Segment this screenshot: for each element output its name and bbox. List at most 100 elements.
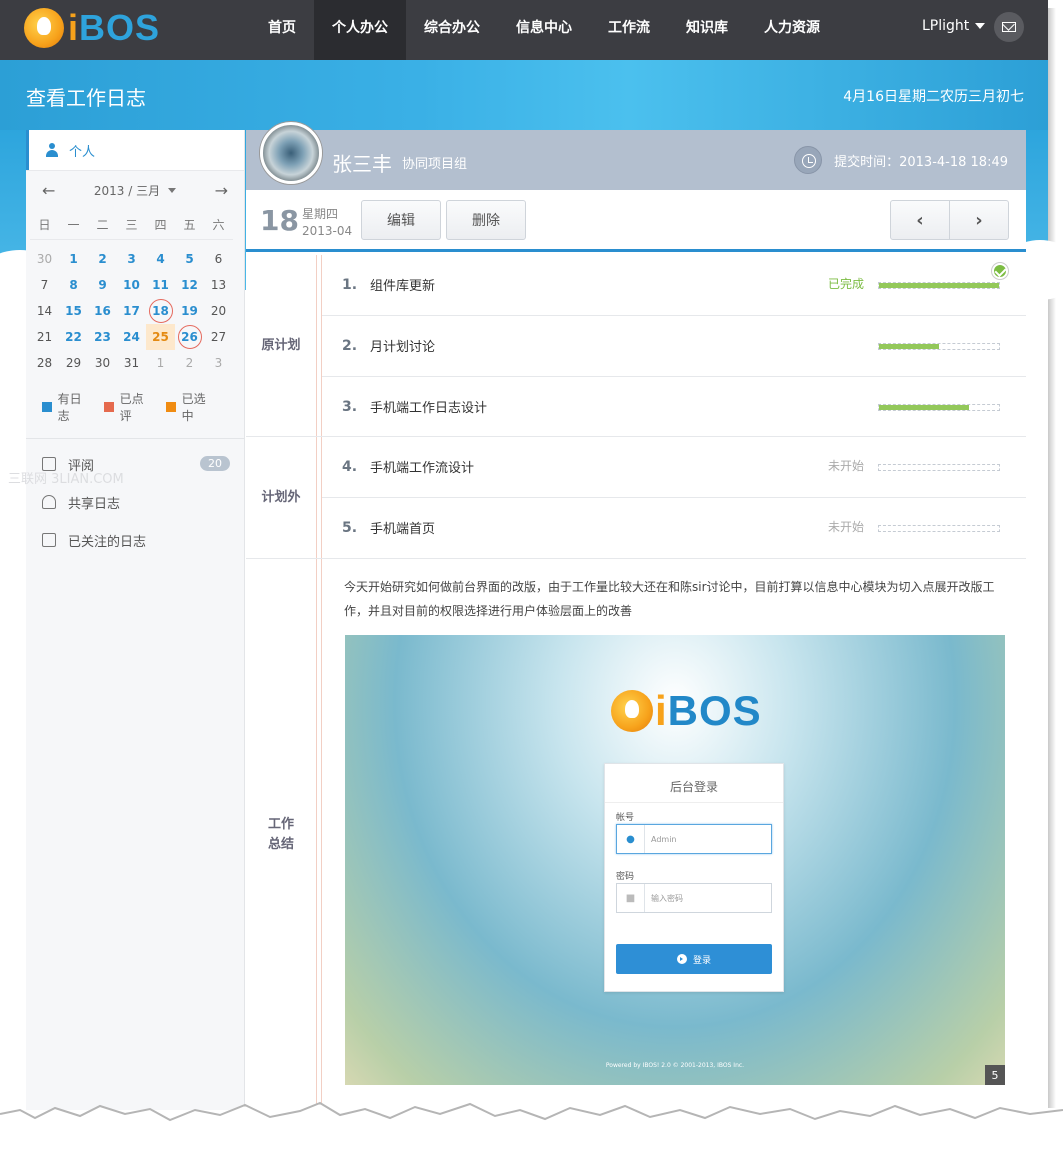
calendar-month-select[interactable]: 2013 / 三月 <box>93 182 177 199</box>
calendar-day[interactable]: 29 <box>59 350 88 376</box>
calendar-day[interactable]: 5 <box>175 246 204 272</box>
calendar-day[interactable]: 3 <box>204 350 233 376</box>
prev-log-button[interactable]: ‹ <box>891 201 949 239</box>
sidebar-item-personal[interactable]: 个人 <box>26 130 244 170</box>
ibos-logo[interactable]: iBOS <box>24 7 160 48</box>
calendar-day[interactable]: 1 <box>146 350 175 376</box>
delete-button[interactable]: 删除 <box>446 200 526 240</box>
legend-swatch <box>166 402 176 412</box>
calendar-day-reviewed[interactable]: 18 <box>146 298 175 324</box>
nav-hr[interactable]: 人力资源 <box>746 0 838 60</box>
nav-personal-office[interactable]: 个人办公 <box>314 0 406 60</box>
calendar-day[interactable]: 13 <box>204 272 233 298</box>
calendar-day-selected[interactable]: 25 <box>146 324 175 350</box>
calendar-day[interactable]: 9 <box>88 272 117 298</box>
calendar-day[interactable]: 10 <box>117 272 146 298</box>
nav-home[interactable]: 首页 <box>250 0 314 60</box>
progress-bar <box>878 282 1000 289</box>
edit-button[interactable]: 编辑 <box>361 200 441 240</box>
calendar-day[interactable]: 4 <box>146 246 175 272</box>
attached-screenshot[interactable]: iBOS 后台登录 帐号 ● Admin 密码 ■ 输入密码 登录 Powere… <box>345 635 1005 1085</box>
plan-item: 1. 组件库更新 已完成 <box>322 255 1026 316</box>
password-field: ■ 输入密码 <box>616 883 772 913</box>
calendar-day[interactable]: 23 <box>88 324 117 350</box>
calendar-day[interactable]: 12 <box>175 272 204 298</box>
login-button: 登录 <box>616 944 772 974</box>
screenshot-footer: Powered by IBOS! 2.0 © 2001-2013, IBOS I… <box>605 1062 745 1069</box>
calendar-day[interactable]: 16 <box>88 298 117 324</box>
calendar-day[interactable]: 20 <box>204 298 233 324</box>
calendar-day[interactable]: 11 <box>146 272 175 298</box>
calendar-day[interactable]: 3 <box>117 246 146 272</box>
calendar-day[interactable]: 22 <box>59 324 88 350</box>
calendar-day[interactable]: 7 <box>30 272 59 298</box>
plan-item-number: 1. <box>342 277 358 293</box>
nav-general-office[interactable]: 综合办公 <box>406 0 498 60</box>
calendar-grid: 日 一 二 三 四 五 六 30 1 2 3 4 5 6 7 8 9 10 11… <box>26 210 244 376</box>
sidebar-item-label: 已关注的日志 <box>68 534 147 550</box>
nav-workflow[interactable]: 工作流 <box>590 0 668 60</box>
calendar-month: 2013 / 三月 <box>93 184 161 198</box>
main-nav: 首页 个人办公 综合办公 信息中心 工作流 知识库 人力资源 <box>250 0 838 60</box>
logo-mark-icon <box>611 690 653 732</box>
banner-date: 4月16日星期二农历三月初七 <box>843 89 1024 105</box>
check-circle-icon <box>992 263 1008 279</box>
avatar[interactable] <box>260 122 322 184</box>
progress-bar <box>878 343 1000 350</box>
progress-bar <box>878 464 1000 471</box>
prev-month-arrow-icon[interactable]: ← <box>42 181 55 200</box>
weekday-label: 四 <box>146 210 175 240</box>
calendar-day-reviewed[interactable]: 26 <box>175 324 204 350</box>
weekday-label: 六 <box>204 210 233 240</box>
calendar-day[interactable]: 14 <box>30 298 59 324</box>
plan-item-status: 未开始 <box>827 459 864 473</box>
next-log-button[interactable]: › <box>949 201 1008 239</box>
log-pager: ‹ › <box>890 200 1009 240</box>
calendar-day[interactable]: 21 <box>30 324 59 350</box>
star-icon <box>42 533 56 547</box>
legend-has-log: 有日志 <box>42 390 92 424</box>
user-name: LPlight <box>922 18 970 34</box>
calendar-day[interactable]: 27 <box>204 324 233 350</box>
calendar-day[interactable]: 2 <box>175 350 204 376</box>
calendar-day[interactable]: 19 <box>175 298 204 324</box>
calendar-day[interactable]: 1 <box>59 246 88 272</box>
screenshot-page-number[interactable]: 5 <box>985 1065 1005 1085</box>
mail-button[interactable] <box>994 12 1024 42</box>
plan-item: 2. 月计划讨论 <box>322 316 1026 377</box>
calendar-day[interactable]: 30 <box>88 350 117 376</box>
plan-item: 3. 手机端工作日志设计 <box>322 377 1026 438</box>
progress-fill <box>879 405 969 410</box>
plan-item-text: 手机端首页 <box>370 522 436 537</box>
log-detail-panel: 张三丰 协同项目组 提交时间：2013-4-18 18:49 18 星期四 20… <box>246 122 1026 1110</box>
plan-item-text: 月计划讨论 <box>370 340 436 355</box>
sidebar-item-followed-logs[interactable]: 已关注的日志 <box>26 521 244 559</box>
calendar-day[interactable]: 8 <box>59 272 88 298</box>
calendar-day[interactable]: 24 <box>117 324 146 350</box>
author-group: 协同项目组 <box>402 157 468 172</box>
nav-knowledge-base[interactable]: 知识库 <box>668 0 746 60</box>
weekday-label: 二 <box>88 210 117 240</box>
unplanned-section: 计划外 4. 手机端工作流设计 未开始 5. 手机端首页 未开始 <box>246 437 1026 559</box>
calendar-day[interactable]: 31 <box>117 350 146 376</box>
calendar-day[interactable]: 30 <box>30 246 59 272</box>
plan-item-text: 组件库更新 <box>370 279 436 294</box>
log-date-info: 星期四 2013-04 <box>302 206 352 240</box>
author-name: 张三丰 <box>332 152 392 176</box>
divider <box>605 802 783 803</box>
calendar-day[interactable]: 2 <box>88 246 117 272</box>
calendar-day[interactable]: 17 <box>117 298 146 324</box>
sidebar-item-shared-logs[interactable]: 共享日志 <box>26 483 244 521</box>
torn-edge <box>0 1101 1063 1150</box>
legend-swatch <box>104 402 114 412</box>
calendar-day[interactable]: 15 <box>59 298 88 324</box>
logo-mark-icon <box>24 8 64 48</box>
nav-info-center[interactable]: 信息中心 <box>498 0 590 60</box>
section-label: 原计划 <box>261 337 301 353</box>
next-month-arrow-icon[interactable]: → <box>215 181 228 200</box>
calendar-day[interactable]: 6 <box>204 246 233 272</box>
legend-swatch <box>42 402 52 412</box>
calendar-day[interactable]: 28 <box>30 350 59 376</box>
cloud-share-icon <box>42 495 56 509</box>
user-menu[interactable]: LPlight <box>922 18 986 34</box>
